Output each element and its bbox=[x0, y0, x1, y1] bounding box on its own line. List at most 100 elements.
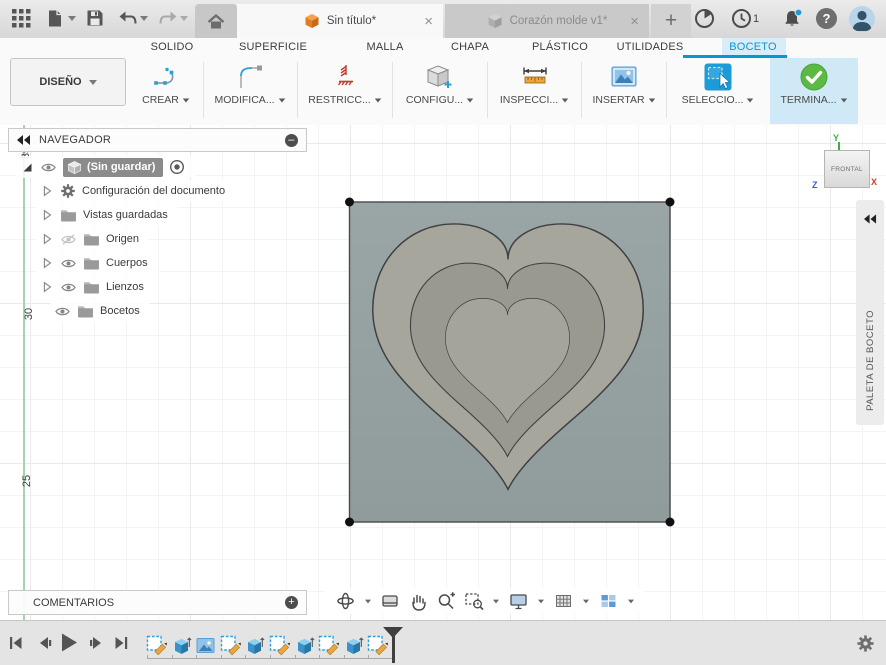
document-tab-inactive[interactable]: Corazón molde v1* × bbox=[445, 4, 649, 38]
look-at-icon[interactable] bbox=[380, 591, 400, 611]
visibility-eye-icon[interactable] bbox=[40, 161, 57, 174]
grid-settings-menu-caret[interactable] bbox=[583, 599, 589, 603]
tab-malla[interactable]: MALLA bbox=[366, 41, 403, 53]
group-inspeccion[interactable]: INSPECCI... bbox=[489, 58, 580, 124]
navigator-root-row[interactable]: (Sin guardar) bbox=[16, 156, 195, 178]
collapsed-triangle-icon[interactable] bbox=[40, 280, 54, 294]
workspace-selector-button[interactable]: DISEÑO bbox=[10, 58, 126, 106]
chevron-down-icon[interactable] bbox=[375, 98, 381, 102]
timeline-canvas-image-feature[interactable] bbox=[195, 635, 216, 656]
document-tab-active[interactable]: Sin título* × bbox=[237, 4, 443, 38]
timeline-sketch-feature[interactable] bbox=[269, 635, 290, 656]
visibility-off-eye-icon[interactable] bbox=[60, 233, 77, 246]
timeline-sketch-feature[interactable] bbox=[146, 635, 167, 656]
user-avatar[interactable] bbox=[849, 6, 875, 32]
chevron-down-icon[interactable] bbox=[562, 98, 568, 102]
timeline-settings-gear-icon[interactable] bbox=[856, 634, 875, 653]
app-grid-icon[interactable] bbox=[12, 9, 31, 28]
new-tab-button[interactable]: + bbox=[651, 4, 691, 38]
group-modifica[interactable]: MODIFICA... bbox=[205, 58, 295, 124]
chevron-down-icon[interactable] bbox=[278, 98, 284, 102]
tab-superficie[interactable]: SUPERFICIE bbox=[239, 41, 307, 53]
viewports-icon[interactable] bbox=[598, 591, 619, 611]
notification-bell-icon[interactable] bbox=[782, 8, 805, 30]
orbit-icon[interactable] bbox=[335, 591, 356, 611]
configure-icon[interactable] bbox=[425, 62, 455, 92]
visibility-eye-icon[interactable] bbox=[54, 305, 71, 318]
activate-component-radio[interactable] bbox=[169, 159, 185, 175]
display-settings-menu-caret[interactable] bbox=[538, 599, 544, 603]
tab-chapa[interactable]: CHAPA bbox=[451, 41, 489, 53]
chevron-down-icon[interactable] bbox=[467, 98, 473, 102]
timeline-sketch-feature[interactable] bbox=[318, 635, 339, 656]
save-icon[interactable] bbox=[86, 9, 104, 27]
viewports-menu-caret[interactable] bbox=[628, 599, 634, 603]
recent-clock-icon[interactable] bbox=[731, 8, 752, 29]
timeline-extrude-feature[interactable] bbox=[244, 635, 265, 656]
chevron-down-icon[interactable] bbox=[183, 98, 189, 102]
tab-utilidades[interactable]: UTILIDADES bbox=[617, 41, 684, 53]
zoom-icon[interactable] bbox=[436, 591, 456, 611]
home-view-button[interactable] bbox=[195, 4, 237, 38]
sketch-create-icon[interactable] bbox=[151, 62, 181, 92]
display-settings-icon[interactable] bbox=[508, 591, 529, 611]
navigator-item-doc-settings[interactable]: Configuración del documento bbox=[36, 180, 235, 202]
minimize-panel-icon[interactable]: – bbox=[285, 134, 298, 147]
file-menu-caret[interactable] bbox=[68, 16, 76, 21]
fillet-icon[interactable] bbox=[235, 62, 265, 92]
insert-image-icon[interactable] bbox=[609, 62, 639, 92]
undo-icon[interactable] bbox=[118, 9, 138, 27]
collapsed-triangle-icon[interactable] bbox=[40, 208, 54, 222]
navigator-item-cuerpos[interactable]: Cuerpos bbox=[36, 252, 158, 274]
timeline-extrude-feature[interactable] bbox=[343, 635, 364, 656]
timeline-step-back-button[interactable] bbox=[36, 635, 53, 651]
viewport-canvas[interactable]: 35 30 25 bbox=[0, 125, 886, 620]
measure-icon[interactable] bbox=[520, 62, 550, 92]
group-crear[interactable]: CREAR bbox=[130, 58, 202, 124]
tab-solido[interactable]: SOLIDO bbox=[151, 41, 194, 53]
zoom-window-icon[interactable] bbox=[464, 591, 484, 611]
timeline-sketch-feature[interactable] bbox=[220, 635, 241, 656]
timeline-go-to-start-button[interactable] bbox=[8, 635, 25, 651]
group-restricciones[interactable]: RESTRICC... bbox=[299, 58, 391, 124]
grid-settings-icon[interactable] bbox=[553, 591, 574, 611]
tab-boceto[interactable]: BOCETO bbox=[729, 41, 776, 53]
navigator-header[interactable]: NAVEGADOR – bbox=[8, 128, 307, 152]
navigator-item-bocetos[interactable]: Bocetos bbox=[50, 300, 150, 322]
chevron-down-icon[interactable] bbox=[747, 98, 753, 102]
sketch-palette-strip[interactable]: PALETA DE BOCETO bbox=[856, 200, 884, 425]
viewcube[interactable]: FRONTAL bbox=[824, 150, 870, 188]
finish-sketch-icon[interactable] bbox=[799, 62, 829, 92]
expanded-triangle-icon[interactable] bbox=[20, 160, 34, 174]
visibility-eye-icon[interactable] bbox=[60, 257, 77, 270]
visibility-eye-icon[interactable] bbox=[60, 281, 77, 294]
chevron-down-icon[interactable] bbox=[840, 98, 846, 102]
expand-panel-icon[interactable] bbox=[864, 214, 877, 224]
redo-icon[interactable] bbox=[158, 9, 178, 27]
timeline-extrude-feature[interactable] bbox=[171, 635, 192, 656]
collapse-left-icon[interactable] bbox=[17, 135, 31, 145]
navigator-item-saved-views[interactable]: Vistas guardadas bbox=[36, 204, 178, 226]
tab-plastico[interactable]: PLÁSTICO bbox=[532, 41, 588, 53]
expand-comments-icon[interactable]: + bbox=[285, 596, 298, 609]
close-tab-icon[interactable]: × bbox=[630, 14, 639, 29]
comments-panel[interactable]: COMENTARIOS + bbox=[8, 590, 307, 615]
timeline-go-to-end-button[interactable] bbox=[112, 635, 129, 651]
collapsed-triangle-icon[interactable] bbox=[40, 232, 54, 246]
group-configuracion[interactable]: CONFIGU... bbox=[394, 58, 486, 124]
file-icon[interactable] bbox=[46, 9, 64, 28]
chevron-down-icon[interactable] bbox=[648, 98, 654, 102]
collapsed-triangle-icon[interactable] bbox=[40, 184, 54, 198]
timeline-playhead-handle[interactable] bbox=[383, 627, 403, 638]
timeline-extrude-feature[interactable] bbox=[294, 635, 315, 656]
pan-hand-icon[interactable] bbox=[408, 591, 428, 611]
zoom-window-menu-caret[interactable] bbox=[493, 599, 499, 603]
group-terminar-boceto[interactable]: TERMINA... bbox=[770, 58, 858, 124]
redo-menu-caret[interactable] bbox=[180, 16, 188, 21]
select-icon[interactable] bbox=[703, 62, 733, 92]
navigator-item-origen[interactable]: Origen bbox=[36, 228, 149, 250]
constraint-icon[interactable] bbox=[330, 62, 360, 92]
help-icon[interactable]: ? bbox=[816, 8, 837, 29]
job-status-icon[interactable] bbox=[694, 8, 715, 29]
timeline-play-button[interactable] bbox=[59, 632, 79, 653]
